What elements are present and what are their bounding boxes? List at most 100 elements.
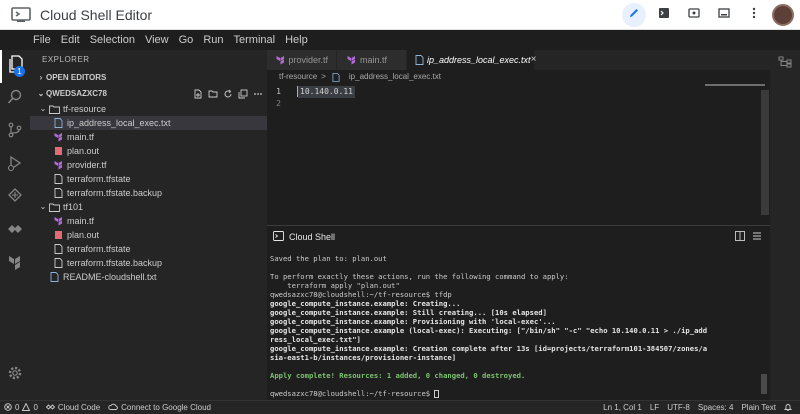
menu-edit[interactable]: Edit <box>56 30 85 50</box>
terminal-line: google_compute_instance.example: Creatin… <box>270 299 461 308</box>
menu-go[interactable]: Go <box>174 30 199 50</box>
notifications-bell-icon[interactable] <box>780 403 796 412</box>
tree-folder[interactable]: ⌄ tf-resource <box>30 102 267 116</box>
cursor-position[interactable]: Ln 1, Col 1 <box>599 403 646 412</box>
chevron-right-icon: › <box>39 73 43 82</box>
menu-run[interactable]: Run <box>198 30 228 50</box>
activity-source-control[interactable] <box>0 116 30 149</box>
more-vertical-icon <box>752 6 756 24</box>
refresh-icon[interactable] <box>222 89 233 100</box>
tree-file[interactable]: main.tf <box>30 130 267 144</box>
activity-cloud-code[interactable] <box>0 215 30 248</box>
breadcrumb-file[interactable]: ip_address_local_exec.txt <box>349 70 441 84</box>
breadcrumb-separator: > <box>321 72 326 81</box>
outline-button[interactable] <box>770 50 800 78</box>
language-mode[interactable]: Plain Text <box>737 403 780 412</box>
cloud-code-label: Cloud Code <box>57 403 101 412</box>
close-icon[interactable]: × <box>531 50 537 70</box>
activity-settings[interactable] <box>0 359 30 392</box>
line-number: 2 <box>276 99 281 108</box>
avatar[interactable] <box>772 4 794 26</box>
tree-label: terraform.tfstate.backup <box>67 258 163 268</box>
explorer-badge: 1 <box>14 66 25 77</box>
tree-file[interactable]: terraform.tfstate.backup <box>30 256 267 270</box>
explorer-title: EXPLORER <box>42 55 90 64</box>
error-count: 0 <box>15 403 20 412</box>
terminal-scrollbar[interactable] <box>761 374 767 394</box>
breadcrumb: tf-resource > ip_address_local_exec.txt <box>267 70 800 84</box>
terminal-line: Apply complete! Resources: 1 added, 0 ch… <box>270 371 526 380</box>
breadcrumb-folder[interactable]: tf-resource <box>279 70 317 84</box>
activity-terraform[interactable] <box>0 248 30 281</box>
edit-mode-button[interactable] <box>622 3 646 27</box>
tree-label: README-cloudshell.txt <box>63 272 157 282</box>
tree-folder[interactable]: ⌄ tf101 <box>30 200 267 214</box>
layout-icon <box>718 6 730 24</box>
terminal-panel: Cloud Shell Saved the plan to: plan.out T… <box>267 225 770 400</box>
terraform-file-icon <box>52 216 64 226</box>
more-options-button[interactable] <box>742 3 766 27</box>
tree-label: provider.tf <box>67 160 107 170</box>
open-editors-section[interactable]: › OPEN EDITORS <box>30 70 267 86</box>
editor-scrollbar[interactable] <box>761 90 769 215</box>
menu-selection[interactable]: Selection <box>85 30 140 50</box>
encoding[interactable]: UTF-8 <box>663 403 694 412</box>
tab-main-tf[interactable]: main.tf <box>337 50 407 70</box>
file-icon <box>52 174 64 184</box>
tree-file[interactable]: provider.tf <box>30 158 267 172</box>
menu-view[interactable]: View <box>140 30 174 50</box>
settings-icon <box>7 365 23 386</box>
app-title: Cloud Shell Editor <box>40 6 153 23</box>
collapse-all-icon[interactable] <box>237 89 248 100</box>
indentation[interactable]: Spaces: 4 <box>694 403 738 412</box>
menu-terminal[interactable]: Terminal <box>229 30 281 50</box>
web-preview-button[interactable] <box>682 3 706 27</box>
open-terminal-button[interactable] <box>652 3 676 27</box>
end-of-line[interactable]: LF <box>646 403 663 412</box>
tree-file[interactable]: main.tf <box>30 214 267 228</box>
more-horizontal-icon[interactable] <box>252 89 263 100</box>
tab-ip-address-local-exec[interactable]: ip_address_local_exec.txt × <box>407 50 537 70</box>
tree-file[interactable]: plan.out <box>30 144 267 158</box>
workspace-section[interactable]: ⌄ QWEDSAZXC78 <box>30 86 267 102</box>
menu-file[interactable]: File <box>28 30 56 50</box>
menu-icon[interactable] <box>752 231 762 243</box>
new-file-icon[interactable] <box>192 89 203 100</box>
terminal-title[interactable]: Cloud Shell <box>289 232 335 242</box>
binary-file-icon <box>52 230 64 240</box>
cloud-code-icon <box>45 403 56 413</box>
text-file-icon <box>48 272 60 282</box>
tree-file[interactable]: terraform.tfstate <box>30 242 267 256</box>
split-terminal-icon[interactable] <box>735 231 745 243</box>
tree-label: terraform.tfstate <box>67 244 131 254</box>
tree-label: plan.out <box>67 146 100 156</box>
editor-area: provider.tf main.tf ip_address_local_exe… <box>267 50 800 225</box>
tree-file[interactable]: terraform.tfstate <box>30 172 267 186</box>
explorer-panel: EXPLORER › OPEN EDITORS ⌄ QWEDSAZXC78 ⌄ t… <box>30 50 267 400</box>
menu-help[interactable]: Help <box>280 30 313 50</box>
warning-count: 0 <box>33 403 38 412</box>
tab-provider-tf[interactable]: provider.tf <box>267 50 337 70</box>
terminal-output[interactable]: Saved the plan to: plan.out To perform ex… <box>267 248 770 398</box>
activity-explorer[interactable]: 1 <box>0 50 30 83</box>
chevron-down-icon: ⌄ <box>37 89 45 98</box>
tree-file[interactable]: ip_address_local_exec.txt <box>30 116 267 130</box>
tree-label: terraform.tfstate.backup <box>67 188 163 198</box>
cloud-code-status[interactable]: Cloud Code <box>42 403 104 413</box>
layout-button[interactable] <box>712 3 736 27</box>
activity-run-debug[interactable] <box>0 149 30 182</box>
new-folder-icon[interactable] <box>207 89 218 100</box>
activity-search[interactable] <box>0 83 30 116</box>
terminal-cursor <box>434 390 440 398</box>
connect-google-cloud[interactable]: Connect to Google Cloud <box>104 403 215 412</box>
terminal-icon <box>273 231 284 243</box>
tree-file[interactable]: terraform.tfstate.backup <box>30 186 267 200</box>
tree-file[interactable]: README-cloudshell.txt <box>30 270 267 284</box>
problems-indicator[interactable]: 0 0 <box>0 401 42 413</box>
tab-label: ip_address_local_exec.txt <box>427 55 531 65</box>
tree-label: main.tf <box>67 216 95 226</box>
binary-file-icon <box>52 146 64 156</box>
tree-file[interactable]: plan.out <box>30 228 267 242</box>
activity-extensions[interactable] <box>0 182 30 215</box>
code-area[interactable]: 1 10.140.0.11 2 <box>267 84 800 110</box>
